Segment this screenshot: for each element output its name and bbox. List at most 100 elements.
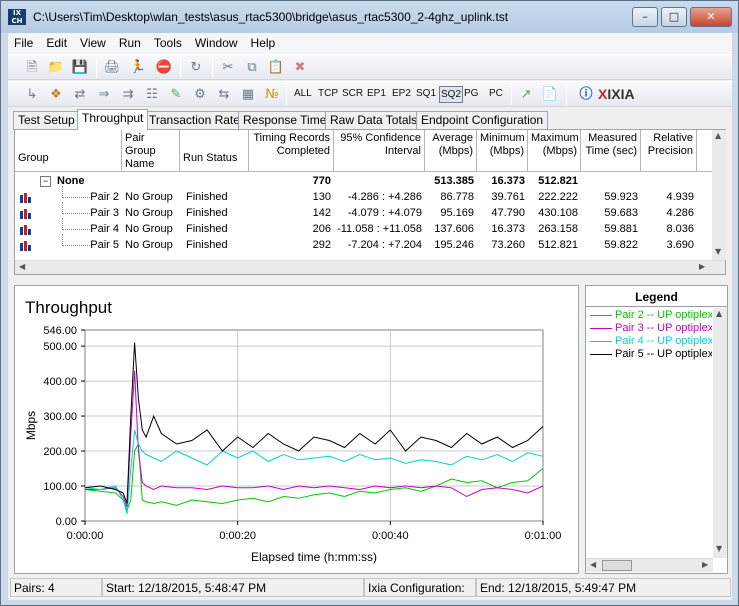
menu-run[interactable]: Run (113, 33, 148, 50)
scroll-right-icon[interactable]: ▶ (702, 560, 708, 569)
swap-icon[interactable]: ⇆ (214, 85, 234, 105)
throughput-chart: Throughput 0.00 100.00 200.00 300.00 400.00 50… (14, 285, 579, 574)
tab-raw-data-totals[interactable]: Raw Data Totals (325, 111, 423, 130)
filter-ep2[interactable]: EP2 (392, 88, 411, 99)
collapse-toggle[interactable]: − (40, 176, 51, 187)
legend-item[interactable]: Pair 2 -- UP optiplex (590, 309, 712, 322)
title-bar: IX CH C:\Users\Tim\Desktop\wlan_tests\asu… (1, 1, 738, 33)
tab-response-time[interactable]: Response Time (238, 111, 332, 130)
stop-icon[interactable]: ⛔ (154, 58, 174, 78)
pane-splitter[interactable] (8, 279, 732, 283)
pair-icon[interactable]: ⇉ (118, 85, 138, 105)
filter-sq2[interactable]: SQ2 (439, 86, 464, 103)
average-mbps: 195.246 (434, 239, 474, 251)
info-icon[interactable]: ⓘ (576, 85, 596, 105)
properties-icon[interactable]: ⚙ (190, 85, 210, 105)
print-report-icon[interactable]: 📄 (540, 85, 560, 105)
new-icon[interactable]: 🗎 (22, 58, 42, 78)
edit-icon[interactable]: ⇄ (70, 85, 90, 105)
edit-script-icon[interactable]: ✎ (166, 85, 186, 105)
tab-test-setup[interactable]: Test Setup (13, 111, 80, 130)
col-header-average[interactable]: Average (Mbps) (425, 130, 477, 172)
plot-area (84, 329, 544, 522)
pair-group-name: No Group (125, 207, 173, 219)
confidence-interval: -11.058 : +11.058 (337, 223, 422, 235)
cut-icon[interactable]: ✂ (218, 58, 238, 78)
group-row[interactable]: − None 770 513.385 16.373 512.821 (15, 174, 715, 190)
filter-all[interactable]: ALL (294, 88, 312, 99)
tab-endpoint-configuration[interactable]: Endpoint Configuration (416, 111, 549, 130)
timing-records: 130 (312, 191, 331, 203)
table-horizontal-scrollbar[interactable]: ◀ ▶ (15, 260, 725, 274)
add-pair-icon[interactable]: ↳ (22, 85, 42, 105)
scroll-down-icon[interactable]: ▼ (716, 544, 722, 553)
tab-transaction-rate[interactable]: Transaction Rate (144, 111, 245, 130)
table-row[interactable]: Pair 3 No Group Finished 142 -4.079 : +4.079… (15, 202, 715, 222)
renumber-icon[interactable]: № (262, 85, 282, 105)
open-icon[interactable]: 📁 (46, 58, 66, 78)
legend-horizontal-scrollbar[interactable]: ◀ ▶ (586, 558, 713, 572)
print-icon[interactable]: 🖨 (102, 58, 122, 78)
group-minimum: 16.373 (491, 175, 525, 187)
col-header-timing-records[interactable]: Timing Records Completed (249, 130, 334, 172)
col-header-relative-precision[interactable]: Relative Precision (641, 130, 697, 172)
export-icon[interactable]: ↗ (516, 85, 536, 105)
legend-item[interactable]: Pair 4 -- UP optiplex (590, 335, 712, 348)
maximize-button[interactable]: □ (661, 7, 687, 27)
pair-group-name: No Group (125, 239, 173, 251)
minimize-button[interactable]: – (632, 7, 658, 27)
col-header-minimum[interactable]: Minimum (Mbps) (477, 130, 528, 172)
filter-sq1[interactable]: SQ1 (416, 88, 436, 99)
refresh-icon[interactable]: ↻ (186, 58, 206, 78)
script-icon[interactable]: ☷ (142, 85, 162, 105)
legend-swatch (590, 353, 612, 355)
add-multicast-icon[interactable]: ❖ (46, 85, 66, 105)
col-header-maximum[interactable]: Maximum (Mbps) (528, 130, 581, 172)
legend-item[interactable]: Pair 5 -- UP optiplex (590, 348, 712, 361)
scroll-up-icon[interactable]: ▲ (716, 309, 722, 318)
close-button[interactable]: ✕ (690, 7, 732, 27)
scroll-down-icon[interactable]: ▼ (715, 247, 721, 256)
network-icon[interactable]: ⇒ (94, 85, 114, 105)
tab-throughput[interactable]: Throughput (77, 109, 149, 130)
scroll-thumb[interactable] (602, 560, 632, 571)
col-header-group[interactable]: Group (15, 130, 122, 172)
scroll-left-icon[interactable]: ◀ (590, 560, 596, 569)
col-header-measured-time[interactable]: Measured Time (sec) (581, 130, 641, 172)
filter-pg[interactable]: PG (464, 88, 478, 99)
menu-view[interactable]: View (74, 33, 113, 50)
menu-tools[interactable]: Tools (148, 33, 189, 50)
table-row[interactable]: Pair 2 No Group Finished 130 -4.286 : +4.286… (15, 186, 715, 206)
menu-window[interactable]: Window (189, 33, 245, 50)
filter-ep1[interactable]: EP1 (367, 88, 386, 99)
group-icon[interactable]: ▦ (238, 85, 258, 105)
filter-scr[interactable]: SCR (342, 88, 363, 99)
x-tick-label: 0:00:00 (67, 530, 104, 542)
run-icon[interactable]: 🏃 (128, 58, 148, 78)
table-vertical-scrollbar[interactable]: ▲ ▼ (712, 130, 726, 260)
delete-icon[interactable]: ✖ (290, 58, 310, 78)
pair-bar-icon (20, 241, 32, 251)
table-row[interactable]: Pair 4 No Group Finished 206 -11.058 : +11.0… (15, 218, 715, 238)
paste-icon[interactable]: 📋 (266, 58, 286, 78)
table-row[interactable]: Pair 5 No Group Finished 292 -7.204 : +7.204… (15, 234, 715, 254)
run-status: Finished (186, 239, 228, 251)
scroll-right-icon[interactable]: ▶ (699, 262, 705, 271)
copy-icon[interactable]: ⧉ (242, 58, 262, 78)
scroll-up-icon[interactable]: ▲ (715, 131, 721, 140)
pair-name: Pair 5 (90, 239, 119, 251)
save-icon[interactable]: 💾 (70, 58, 90, 78)
scroll-left-icon[interactable]: ◀ (19, 262, 25, 271)
filter-pc[interactable]: PC (489, 88, 503, 99)
menu-edit[interactable]: Edit (40, 33, 74, 50)
col-header-pair-group-name[interactable]: Pair Group Name (122, 130, 180, 172)
col-header-confidence[interactable]: 95% Confidence Interval (334, 130, 425, 172)
legend-item[interactable]: Pair 3 -- UP optiplex (590, 322, 712, 335)
group-maximum: 512.821 (538, 175, 578, 187)
filter-tcp[interactable]: TCP (318, 88, 338, 99)
col-header-run-status[interactable]: Run Status (180, 130, 249, 172)
menu-file[interactable]: File (8, 33, 40, 50)
status-start: Start: 12/18/2015, 5:48:47 PM (102, 578, 364, 597)
menu-help[interactable]: Help (245, 33, 283, 50)
legend-vertical-scrollbar[interactable]: ▲ ▼ (713, 308, 727, 558)
